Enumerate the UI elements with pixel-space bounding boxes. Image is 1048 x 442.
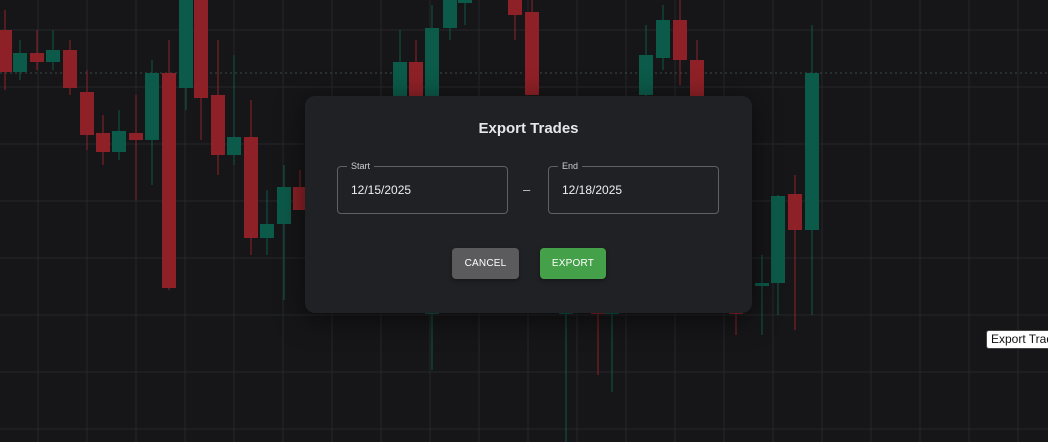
export-trades-tooltip: Export Trades	[986, 330, 1048, 349]
candle-up	[179, 0, 193, 88]
candle-up	[393, 62, 407, 96]
candle-up	[46, 50, 60, 62]
candle-down	[508, 0, 522, 15]
candle-down	[129, 133, 143, 140]
candle-up	[639, 55, 653, 95]
candle-down	[409, 62, 423, 96]
candle-down	[162, 73, 176, 288]
candle-down	[788, 194, 802, 230]
candle-down	[63, 50, 77, 88]
candle-up	[425, 28, 439, 96]
candle-up	[458, 0, 472, 3]
candle-down	[30, 53, 44, 62]
candle-up	[805, 73, 819, 230]
candle-up	[112, 131, 126, 152]
candle-down	[211, 95, 225, 155]
candle-down	[194, 0, 208, 98]
candle-down	[673, 20, 687, 60]
start-date-input[interactable]	[338, 167, 507, 213]
start-date-field[interactable]: Start	[337, 160, 508, 214]
candle-up	[145, 73, 159, 140]
candle-down	[525, 12, 539, 95]
candle-up	[443, 0, 457, 28]
candle-down	[80, 92, 94, 135]
candle-up	[13, 53, 27, 72]
candle-down	[0, 30, 12, 72]
cancel-button[interactable]: CANCEL	[452, 248, 519, 279]
end-date-input[interactable]	[549, 167, 718, 213]
candle-up	[755, 283, 769, 286]
date-range-separator: –	[523, 182, 531, 197]
export-trades-dialog: Export Trades Start – End CANCEL EXPORT	[305, 96, 752, 313]
dialog-title: Export Trades	[478, 120, 579, 137]
candle-down	[96, 133, 110, 152]
candle-up	[656, 20, 670, 58]
candle-down	[244, 137, 258, 238]
candle-up	[227, 137, 241, 155]
export-button[interactable]: EXPORT	[540, 248, 606, 279]
candle-up	[771, 196, 785, 283]
candle-up	[260, 224, 274, 238]
candle-down	[690, 60, 704, 96]
end-date-field[interactable]: End	[548, 160, 719, 214]
candle-up	[277, 187, 291, 224]
